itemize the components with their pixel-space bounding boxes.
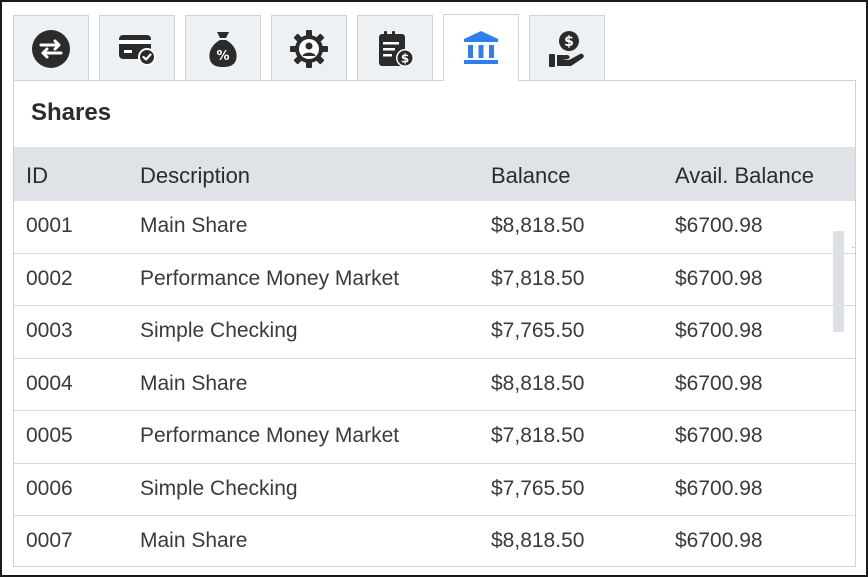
scroll-edge-mark — [852, 247, 855, 248]
column-header-avail-balance[interactable]: Avail. Balance — [675, 163, 814, 189]
table-row[interactable]: 0006 Simple Checking $7,765.50 $6700.98 — [14, 464, 855, 516]
cell-avail-balance: $6700.98 — [675, 529, 763, 552]
cell-description: Performance Money Market — [140, 266, 400, 290]
cell-balance: $7,765.50 — [491, 319, 585, 342]
cell-description: Simple Checking — [140, 319, 298, 342]
cell-balance: $8,818.50 — [491, 529, 585, 552]
table-row[interactable]: 0004 Main Share $8,818.50 $6700.98 — [14, 359, 855, 411]
svg-text:%: % — [216, 49, 229, 64]
tab-cards[interactable] — [99, 15, 175, 81]
cell-balance: $7,818.50 — [491, 266, 585, 290]
statement-dollar-icon: $ — [379, 30, 414, 67]
cell-description: Simple Checking — [140, 476, 298, 500]
table-scrollbar[interactable] — [833, 231, 844, 332]
svg-text:$: $ — [401, 51, 409, 65]
cell-id: 0006 — [26, 476, 73, 500]
column-header-balance[interactable]: Balance — [491, 163, 571, 189]
panel-title: Shares — [31, 99, 112, 126]
window-frame: % $ $ Shares ID Description Balance Avai… — [0, 0, 868, 577]
tab-payments[interactable]: $ — [529, 15, 605, 81]
cell-id: 0005 — [26, 424, 73, 447]
table-row[interactable]: 0003 Simple Checking $7,765.50 $6700.98 — [14, 306, 855, 359]
cell-balance: $8,818.50 — [491, 214, 585, 237]
cell-description: Main Share — [140, 529, 248, 552]
cell-balance: $8,818.50 — [491, 371, 585, 395]
table-row[interactable]: 0002 Performance Money Market $7,818.50 … — [14, 254, 855, 306]
table-body: 0001 Main Share $8,818.50 $6700.98 0002 … — [14, 201, 855, 566]
cell-avail-balance: $6700.98 — [675, 214, 763, 237]
money-bag-percent-icon: % — [209, 31, 237, 67]
cell-description: Main Share — [140, 214, 248, 237]
cell-id: 0007 — [26, 529, 73, 552]
cell-id: 0004 — [26, 371, 73, 395]
bank-icon — [464, 31, 498, 64]
column-header-id[interactable]: ID — [26, 163, 48, 189]
table-row[interactable]: 0001 Main Share $8,818.50 $6700.98 — [14, 201, 855, 254]
cell-balance: $7,818.50 — [491, 424, 585, 447]
tab-loans[interactable]: % — [185, 15, 261, 81]
tab-statements[interactable]: $ — [357, 15, 433, 81]
tab-shares[interactable] — [443, 14, 519, 81]
shares-panel: Shares ID Description Balance Avail. Bal… — [13, 80, 856, 567]
column-header-description[interactable]: Description — [140, 163, 250, 189]
cell-avail-balance: $6700.98 — [675, 371, 763, 395]
table-row[interactable]: 0005 Performance Money Market $7,818.50 … — [14, 411, 855, 464]
hand-dollar-icon: $ — [549, 30, 584, 67]
cell-id: 0003 — [26, 319, 73, 342]
tab-bar: % $ $ — [13, 14, 605, 81]
tab-transfers[interactable] — [13, 15, 89, 81]
card-check-icon — [119, 34, 156, 66]
table-header: ID Description Balance Avail. Balance — [14, 147, 855, 201]
cell-avail-balance: $6700.98 — [675, 476, 763, 500]
transfer-icon — [32, 29, 70, 68]
cell-avail-balance: $6700.98 — [675, 319, 763, 342]
cell-avail-balance: $6700.98 — [675, 424, 763, 447]
cell-balance: $7,765.50 — [491, 476, 585, 500]
table-row[interactable]: 0007 Main Share $8,818.50 $6700.98 — [14, 516, 855, 566]
tab-settings[interactable] — [271, 15, 347, 81]
cell-description: Performance Money Market — [140, 424, 400, 447]
cell-id: 0002 — [26, 266, 73, 290]
cell-id: 0001 — [26, 214, 73, 237]
cell-description: Main Share — [140, 371, 248, 395]
gear-user-icon — [290, 29, 328, 68]
cell-avail-balance: $6700.98 — [675, 266, 763, 290]
svg-text:$: $ — [564, 34, 574, 50]
